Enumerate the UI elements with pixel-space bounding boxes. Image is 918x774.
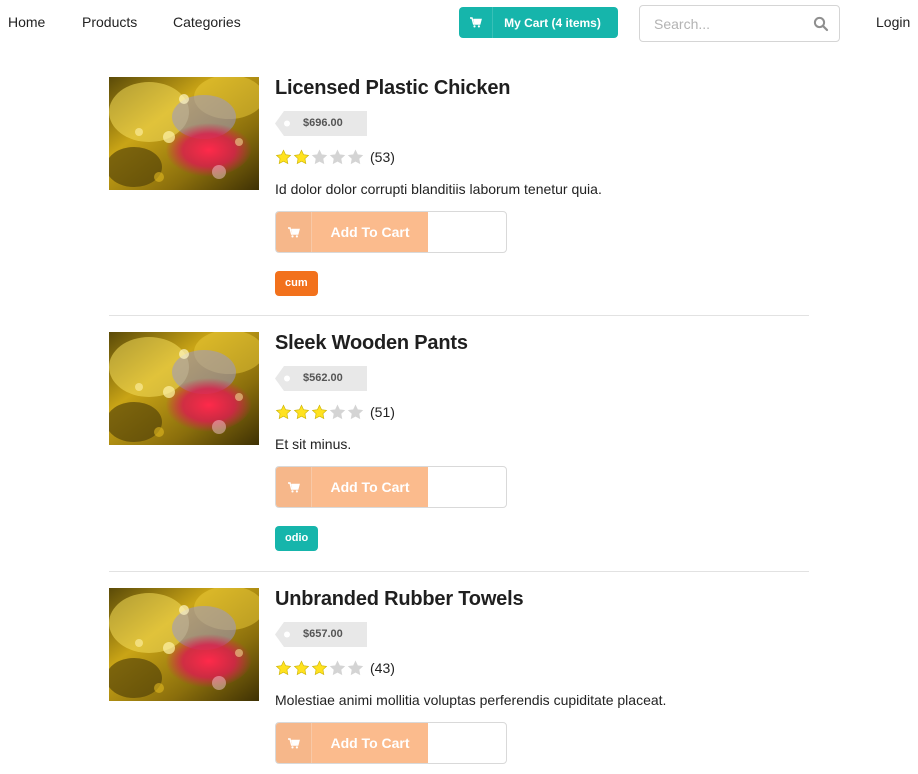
shopping-cart-icon <box>276 723 312 763</box>
add-to-cart-button[interactable]: Add To Cart <box>276 467 428 507</box>
product-description: Id dolor dolor corrupti blanditiis labor… <box>275 181 602 197</box>
shopping-cart-icon <box>459 7 493 38</box>
my-cart-button[interactable]: My Cart (4 items) <box>459 7 618 38</box>
star-empty-icon[interactable] <box>347 660 364 677</box>
product-title[interactable]: Unbranded Rubber Towels <box>275 588 524 611</box>
search-input[interactable] <box>640 6 810 41</box>
item-divider <box>109 315 809 316</box>
add-to-cart-label: Add To Cart <box>330 479 410 495</box>
search-icon[interactable] <box>813 16 829 32</box>
add-to-cart-label: Add To Cart <box>330 224 410 240</box>
add-to-cart-group: Add To Cart <box>275 722 507 764</box>
star-filled-icon[interactable] <box>275 660 292 677</box>
star-rating: (51) <box>275 403 395 421</box>
item-divider <box>109 571 809 572</box>
nav-home[interactable]: Home <box>8 14 45 30</box>
star-filled-icon[interactable] <box>275 149 292 166</box>
product-tag[interactable]: odio <box>275 526 319 551</box>
product-price: $562.00 <box>303 372 343 384</box>
product-price: $657.00 <box>303 628 343 640</box>
add-to-cart-group: Add To Cart <box>275 211 507 253</box>
price-tag: $696.00 <box>275 111 367 136</box>
star-filled-icon[interactable] <box>293 660 310 677</box>
product-price: $696.00 <box>303 117 343 129</box>
product-description: Molestiae animi mollitia voluptas perfer… <box>275 692 667 708</box>
add-to-cart-group: Add To Cart <box>275 466 507 508</box>
star-rating: (53) <box>275 148 395 166</box>
star-filled-icon[interactable] <box>293 404 310 421</box>
top-nav: Home Products Categories My Cart (4 item… <box>0 0 918 46</box>
price-tag: $562.00 <box>275 366 367 391</box>
review-count: (51) <box>370 404 395 420</box>
star-filled-icon[interactable] <box>275 404 292 421</box>
star-empty-icon[interactable] <box>347 404 364 421</box>
nav-login[interactable]: Login <box>876 14 910 30</box>
review-count: (53) <box>370 149 395 165</box>
star-filled-icon[interactable] <box>293 149 310 166</box>
product-title[interactable]: Sleek Wooden Pants <box>275 332 468 355</box>
star-filled-icon[interactable] <box>311 404 328 421</box>
product-image[interactable] <box>109 588 259 701</box>
product-tag[interactable]: cum <box>275 271 318 296</box>
shopping-cart-icon <box>276 212 312 252</box>
review-count: (43) <box>370 660 395 676</box>
star-empty-icon[interactable] <box>311 149 328 166</box>
add-to-cart-label: Add To Cart <box>330 735 410 751</box>
add-to-cart-button[interactable]: Add To Cart <box>276 212 428 252</box>
star-rating: (43) <box>275 659 395 677</box>
product-description: Et sit minus. <box>275 436 352 452</box>
product-title[interactable]: Licensed Plastic Chicken <box>275 77 511 100</box>
shopping-cart-icon <box>276 467 312 507</box>
nav-categories[interactable]: Categories <box>173 14 241 30</box>
nav-products[interactable]: Products <box>82 14 137 30</box>
star-empty-icon[interactable] <box>329 404 346 421</box>
product-image[interactable] <box>109 77 259 190</box>
price-tag: $657.00 <box>275 622 367 647</box>
my-cart-label: My Cart (4 items) <box>504 15 601 30</box>
search-box <box>639 5 840 42</box>
star-empty-icon[interactable] <box>329 660 346 677</box>
add-to-cart-button[interactable]: Add To Cart <box>276 723 428 763</box>
star-empty-icon[interactable] <box>347 149 364 166</box>
product-image[interactable] <box>109 332 259 445</box>
star-filled-icon[interactable] <box>311 660 328 677</box>
star-empty-icon[interactable] <box>329 149 346 166</box>
